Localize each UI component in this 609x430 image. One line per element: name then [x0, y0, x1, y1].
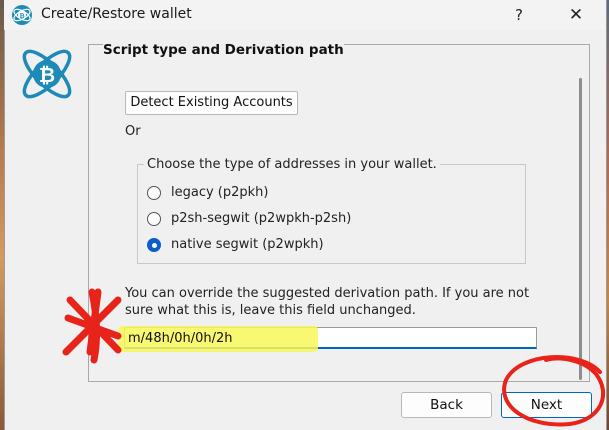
electrum-logo-icon: ₿	[22, 49, 72, 99]
svg-text:₿: ₿	[39, 63, 55, 87]
electrum-app-icon: ₿	[12, 5, 32, 25]
radio-circle-legacy[interactable]	[147, 186, 161, 200]
radio-label-native-segwit: native segwit (p2wpkh)	[171, 237, 324, 252]
back-button[interactable]: Back	[401, 392, 492, 418]
title-bar: ₿ Create/Restore wallet ? ✕	[4, 0, 605, 30]
radio-label-p2sh-segwit: p2sh-segwit (p2wpkh-p2sh)	[171, 211, 352, 226]
or-label: Or	[125, 124, 141, 139]
scrollbar-thumb[interactable]	[579, 78, 582, 380]
radio-circle-p2sh-segwit[interactable]	[147, 212, 161, 226]
window-title: Create/Restore wallet	[41, 6, 192, 22]
radio-circle-native-segwit[interactable]	[147, 238, 161, 252]
derivation-path-value[interactable]: m/48h/0h/0h/2h	[128, 331, 233, 346]
address-type-title: Choose the type of addresses in your wal…	[144, 157, 440, 172]
help-button[interactable]: ?	[502, 0, 536, 30]
section-title: Script type and Derivation path	[103, 42, 344, 58]
derivation-help-text: You can override the suggested derivatio…	[125, 286, 530, 318]
detect-existing-accounts-button[interactable]: Detect Existing Accounts	[125, 91, 298, 115]
radio-label-legacy: legacy (p2pkh)	[171, 185, 269, 200]
close-button[interactable]: ✕	[559, 0, 593, 30]
next-button[interactable]: Next	[501, 392, 592, 418]
svg-text:₿: ₿	[19, 12, 24, 20]
